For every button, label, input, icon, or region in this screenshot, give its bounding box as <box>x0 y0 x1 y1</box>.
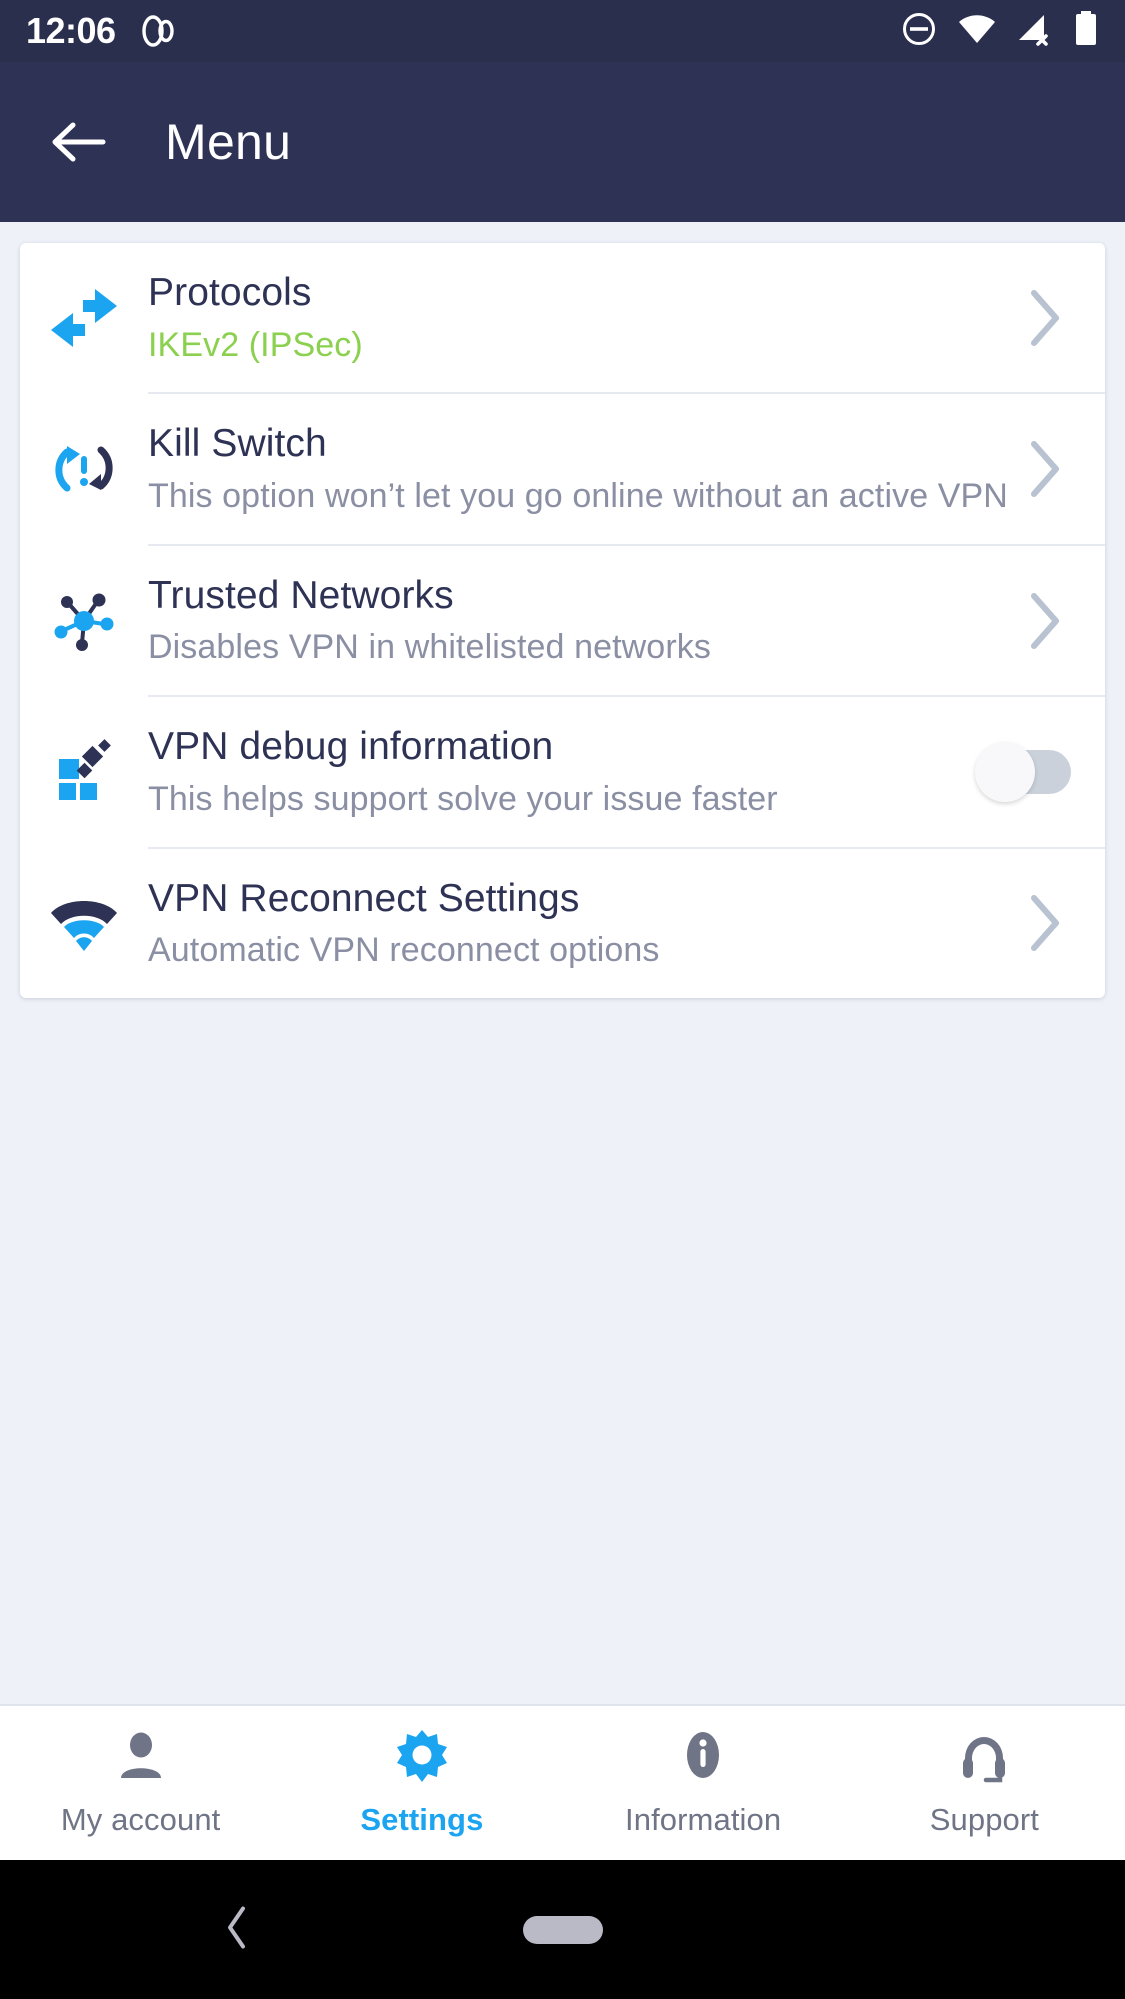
settings-row-protocols[interactable]: Protocols IKEv2 (IPSec) <box>20 243 1105 392</box>
back-chevron-icon[interactable] <box>222 1904 252 1955</box>
settings-row-text: VPN Reconnect Settings Automatic VPN rec… <box>148 849 1009 998</box>
nav-item-my-account[interactable]: My account <box>0 1728 281 1838</box>
status-bar: 12:06 <box>0 0 1125 62</box>
chevron-right-icon[interactable] <box>1009 892 1079 954</box>
nav-item-label: Support <box>930 1802 1039 1838</box>
phone-screen: 12:06 <box>0 0 1125 1999</box>
do-not-disturb-icon <box>900 10 938 53</box>
toggle-knob <box>975 742 1035 802</box>
nav-item-support[interactable]: Support <box>844 1728 1125 1838</box>
page-title: Menu <box>165 113 291 171</box>
app-bar: Menu <box>0 62 1125 222</box>
gear-icon <box>393 1728 451 1791</box>
vpn-debug-toggle[interactable] <box>969 750 1079 794</box>
nav-item-settings[interactable]: Settings <box>281 1728 562 1838</box>
nav-item-label: My account <box>61 1802 221 1838</box>
settings-row-vpn-reconnect-settings[interactable]: VPN Reconnect Settings Automatic VPN rec… <box>20 849 1105 998</box>
settings-row-title: Kill Switch <box>148 420 1009 468</box>
settings-row-subtitle: IKEv2 (IPSec) <box>148 324 1009 367</box>
wifi-reconnect-icon <box>20 893 148 953</box>
nav-item-label: Settings <box>360 1802 483 1838</box>
back-button[interactable] <box>46 110 110 174</box>
settings-row-subtitle: This option won’t let you go online with… <box>148 475 1009 518</box>
app-notification-icon <box>138 11 178 51</box>
nav-item-label: Information <box>625 1802 781 1838</box>
settings-row-title: VPN debug information <box>148 723 969 771</box>
bottom-navigation: My account Settings Information <box>0 1704 1125 1860</box>
settings-row-trusted-networks[interactable]: Trusted Networks Disables VPN in whiteli… <box>20 546 1105 695</box>
settings-row-title: Trusted Networks <box>148 572 1009 620</box>
settings-row-subtitle: Disables VPN in whitelisted networks <box>148 626 1009 669</box>
settings-card: Protocols IKEv2 (IPSec) <box>20 243 1105 998</box>
status-bar-time: 12:06 <box>26 10 116 52</box>
settings-row-subtitle: Automatic VPN reconnect options <box>148 929 1009 972</box>
toggle-track <box>987 750 1071 794</box>
settings-row-vpn-debug-information[interactable]: VPN debug information This helps support… <box>20 697 1105 846</box>
settings-row-title: VPN Reconnect Settings <box>148 875 1009 923</box>
chevron-right-icon[interactable] <box>1009 287 1079 349</box>
chevron-right-icon[interactable] <box>1009 438 1079 500</box>
status-bar-icons <box>900 10 1099 53</box>
battery-icon <box>1073 10 1099 53</box>
settings-row-title: Protocols <box>148 269 1009 317</box>
settings-content: Protocols IKEv2 (IPSec) <box>0 222 1125 1704</box>
protocol-transfer-arrows-icon <box>20 286 148 350</box>
wifi-icon <box>957 10 997 53</box>
trusted-networks-nodes-icon <box>20 586 148 656</box>
kill-switch-refresh-alert-icon <box>20 434 148 504</box>
settings-row-text: Protocols IKEv2 (IPSec) <box>148 243 1009 392</box>
settings-row-kill-switch[interactable]: Kill Switch This option won’t let you go… <box>20 394 1105 543</box>
chevron-right-icon[interactable] <box>1009 590 1079 652</box>
settings-row-text: VPN debug information This helps support… <box>148 697 969 846</box>
settings-row-subtitle: This helps support solve your issue fast… <box>148 778 969 821</box>
headset-icon <box>955 1728 1013 1791</box>
settings-row-text: Trusted Networks Disables VPN in whiteli… <box>148 546 1009 695</box>
android-navigation-bar <box>0 1860 1125 1999</box>
home-pill-icon[interactable] <box>523 1916 603 1944</box>
info-circle-icon <box>674 1728 732 1791</box>
cellular-no-sim-icon <box>1016 10 1054 53</box>
nav-item-information[interactable]: Information <box>563 1728 844 1838</box>
debug-squares-diamonds-icon <box>20 737 148 807</box>
person-icon <box>112 1728 170 1791</box>
settings-row-text: Kill Switch This option won’t let you go… <box>148 394 1009 543</box>
